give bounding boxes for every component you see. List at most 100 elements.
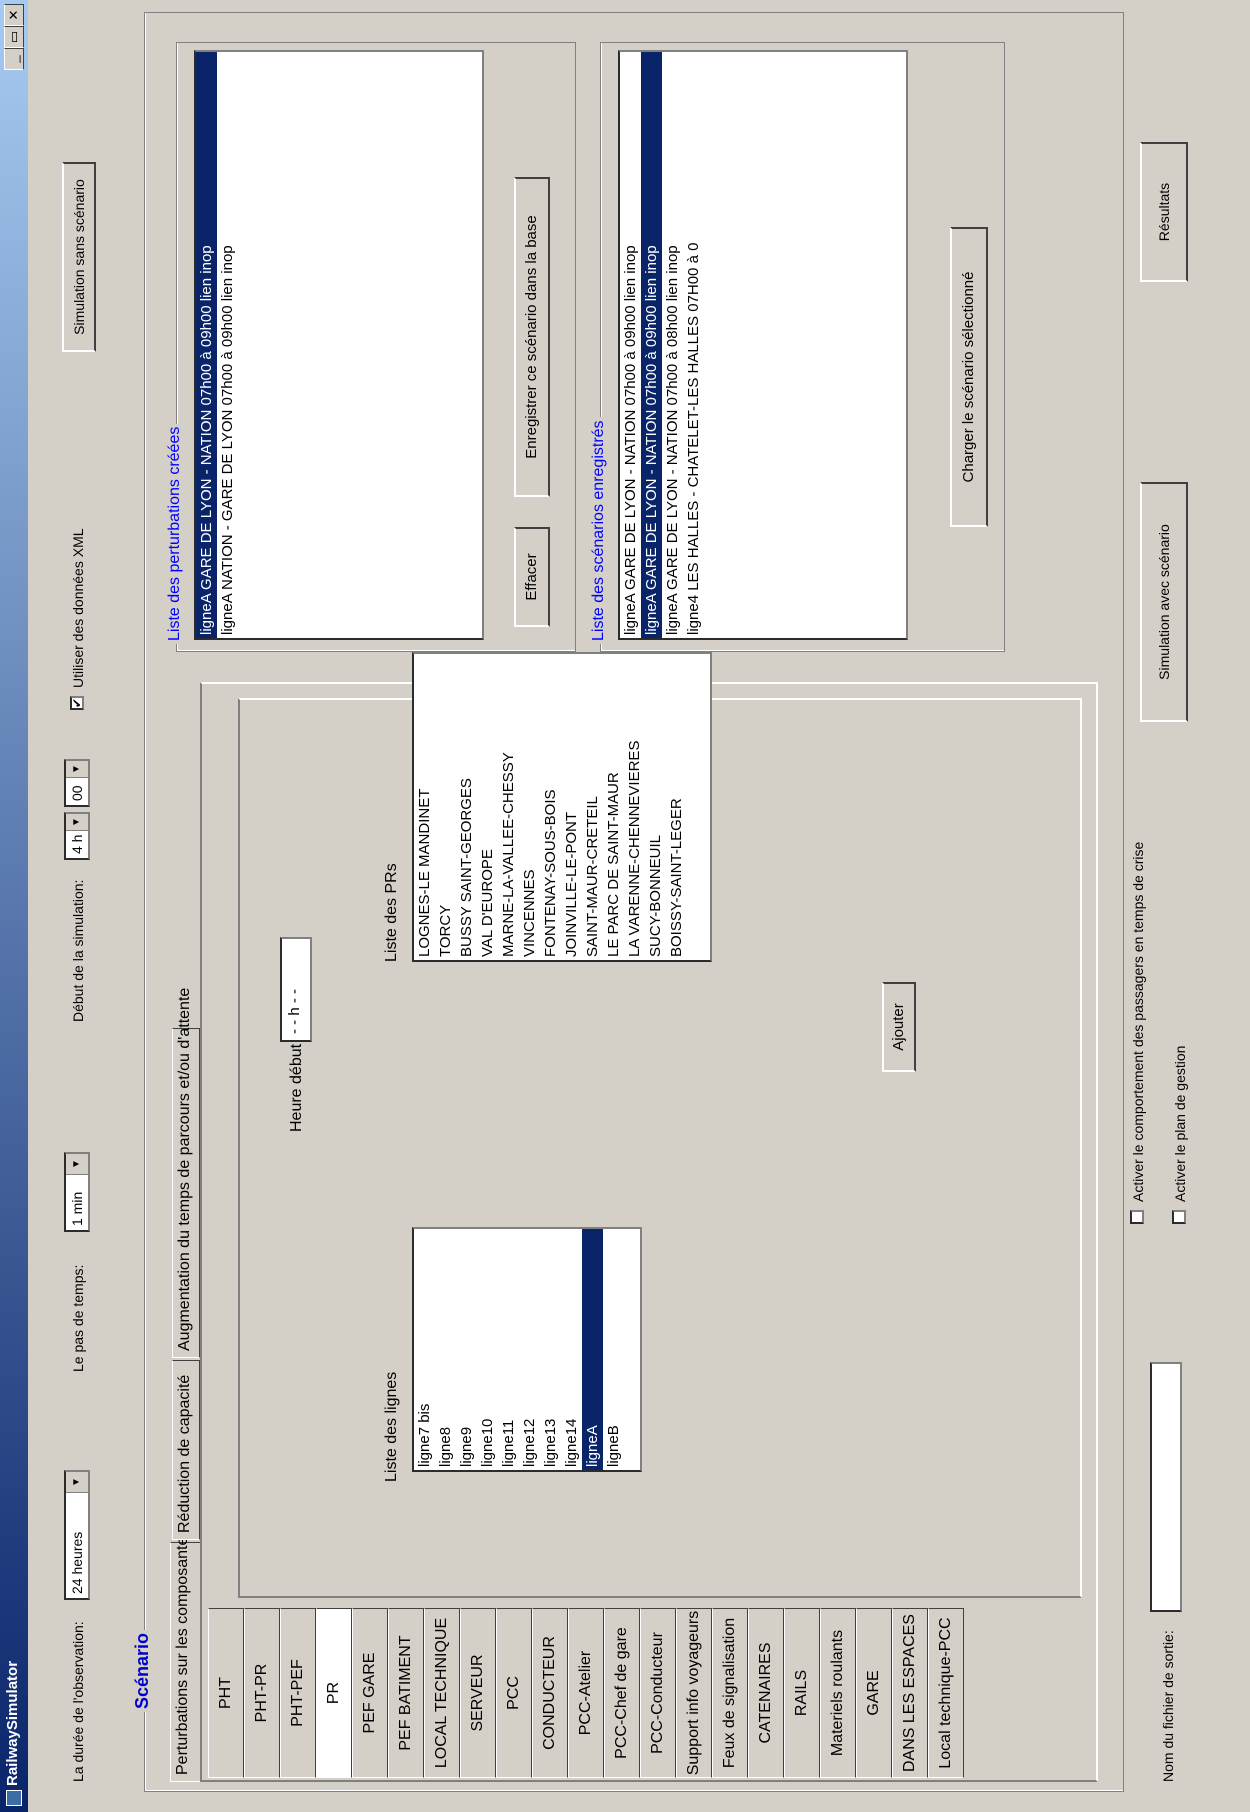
component-tab-conducteur[interactable]: CONDUCTEUR <box>532 1608 568 1778</box>
scenarios-title: Liste des scénarios enregistrés <box>590 417 608 644</box>
maximize-button[interactable]: ▭ <box>4 26 24 48</box>
chevron-down-icon: ▼ <box>66 1154 88 1175</box>
component-tab-local-technique[interactable]: LOCAL TECHNIQUE <box>424 1608 460 1778</box>
component-tab-materiels[interactable]: Materiels roulants <box>820 1608 856 1778</box>
component-tab-pht-pef[interactable]: PHT-PEF <box>280 1608 316 1778</box>
list-item[interactable]: TORCY <box>435 654 456 960</box>
pas-label: Le pas de temps: <box>70 1264 86 1372</box>
charger-button[interactable]: Charger le scénario sélectionné <box>950 227 988 527</box>
list-item[interactable]: ligne7 bis <box>414 1229 435 1470</box>
component-tab-gare[interactable]: GARE <box>856 1608 892 1778</box>
component-tab-pef-batiment[interactable]: PEF BATIMENT <box>388 1608 424 1778</box>
prs-listbox[interactable]: LOGNES-LE MANDINET TORCY BUSSY SAINT-GEO… <box>412 652 712 962</box>
debut-min-value: 00 <box>69 785 85 801</box>
simulation-avec-scenario-button[interactable]: Simulation avec scénario <box>1140 482 1188 722</box>
list-item[interactable]: VAL D'EUROPE <box>477 654 498 960</box>
pas-value: 1 min <box>69 1191 85 1226</box>
list-item-selected[interactable]: ligneA <box>582 1229 603 1470</box>
list-item[interactable]: ligneA NATION - GARE DE LYON 07h00 à 09h… <box>217 52 238 638</box>
debut-label: Début de la simulation: <box>70 879 86 1022</box>
component-tab-serveur[interactable]: SERVEUR <box>460 1608 496 1778</box>
list-item[interactable]: LOGNES-LE MANDINET <box>414 654 435 960</box>
list-item[interactable]: ligne11 <box>498 1229 519 1470</box>
list-item-selected[interactable]: ligneA GARE DE LYON - NATION 07h00 à 09h… <box>196 52 217 638</box>
list-item[interactable]: LE PARC DE SAINT-MAUR <box>603 654 624 960</box>
tab-augmentation[interactable]: Augmentation du temps de parcours et/ou … <box>172 988 200 1358</box>
component-tab-support-info[interactable]: Support info voyageurs <box>676 1608 712 1778</box>
effacer-button[interactable]: Effacer <box>514 527 550 627</box>
resultats-button[interactable]: Résultats <box>1140 142 1188 282</box>
component-tab-pcc[interactable]: PCC <box>496 1608 532 1778</box>
perturbations-listbox[interactable]: ligneA GARE DE LYON - NATION 07h00 à 09h… <box>194 50 484 640</box>
debut-min-select[interactable]: 00 ▼ <box>64 759 90 807</box>
lignes-label: Liste des lignes <box>383 1371 400 1482</box>
component-tabs: PHT PHT-PR PHT-PEF PR PEF GARE PEF BATIM… <box>208 1608 1088 1778</box>
component-tab-pht[interactable]: PHT <box>208 1608 244 1778</box>
duree-label: La durée de l'observation: <box>70 1621 86 1782</box>
duree-select[interactable]: 24 heures ▼ <box>64 1470 90 1600</box>
component-tab-local-technique-pcc[interactable]: Local technique-PCC <box>928 1608 964 1778</box>
crise-label: Activer le comportement des passagers en… <box>1130 841 1146 1202</box>
list-item[interactable]: ligne12 <box>519 1229 540 1470</box>
component-tab-pcc-conducteur[interactable]: PCC-Conducteur <box>640 1608 676 1778</box>
list-item[interactable]: ligneB <box>603 1229 624 1470</box>
list-item[interactable]: SUCY-BONNEUIL <box>645 654 666 960</box>
app-icon <box>6 1790 22 1806</box>
component-tab-pef-gare[interactable]: PEF GARE <box>352 1608 388 1778</box>
component-tab-pcc-chef-de-gare[interactable]: PCC-Chef de gare <box>604 1608 640 1778</box>
fichier-label: Nom du fichier de sortie: <box>1160 1630 1176 1782</box>
list-item[interactable]: ligne4 LES HALLES - CHATELET-LES HALLES … <box>683 52 704 638</box>
list-item[interactable]: BUSSY SAINT-GEORGES <box>456 654 477 960</box>
list-item[interactable]: ligneA GARE DE LYON - NATION 07h00 à 08h… <box>662 52 683 638</box>
list-item[interactable]: JOINVILLE-LE-PONT <box>561 654 582 960</box>
crise-checkbox[interactable] <box>1130 1210 1144 1224</box>
scenario-title: Scénario <box>132 1629 153 1712</box>
chevron-down-icon: ▼ <box>66 1472 88 1493</box>
list-item[interactable]: ligne9 <box>456 1229 477 1470</box>
prs-label: Liste des PRs <box>383 863 400 962</box>
list-item[interactable]: ligne14 <box>561 1229 582 1470</box>
pas-select[interactable]: 1 min ▼ <box>64 1152 90 1232</box>
component-tab-pht-pr[interactable]: PHT-PR <box>244 1608 280 1778</box>
close-button[interactable]: ✕ <box>4 4 24 26</box>
list-item[interactable]: SAINT-MAUR-CRETEIL <box>582 654 603 960</box>
lignes-listbox[interactable]: ligne7 bis ligne8 ligne9 ligne10 ligne11… <box>412 1227 642 1472</box>
scenarios-listbox[interactable]: ligneA GARE DE LYON - NATION 07h00 à 09h… <box>618 50 908 640</box>
tab-reduction[interactable]: Réduction de capacité <box>172 1360 200 1540</box>
list-item[interactable]: MARNE-LA-VALLEE-CHESSY <box>498 654 519 960</box>
window-title: RailwaySimulator <box>4 1660 21 1786</box>
list-item[interactable]: BOISSY-SAINT-LEGER <box>666 654 687 960</box>
chevron-down-icon: ▼ <box>66 761 88 778</box>
app-window: RailwaySimulator _ ▭ ✕ La durée de l'obs… <box>0 0 1250 1812</box>
component-tab-pcc-atelier[interactable]: PCC-Atelier <box>568 1608 604 1778</box>
simulation-sans-scenario-button[interactable]: Simulation sans scénario <box>62 162 96 352</box>
heure-debut-input[interactable]: - - h - - <box>280 937 312 1042</box>
list-item[interactable]: ligne8 <box>435 1229 456 1470</box>
list-item[interactable]: ligne13 <box>540 1229 561 1470</box>
list-item[interactable]: ligne10 <box>477 1229 498 1470</box>
debut-hour-select[interactable]: 4 h ▼ <box>64 812 90 860</box>
title-bar[interactable]: RailwaySimulator _ ▭ ✕ <box>0 0 28 1812</box>
component-tab-dans-les-espaces[interactable]: DANS LES ESPACES <box>892 1608 928 1778</box>
list-item[interactable]: VINCENNES <box>519 654 540 960</box>
list-item-selected[interactable]: ligneA GARE DE LYON - NATION 07h00 à 09h… <box>641 52 662 638</box>
list-item[interactable]: FONTENAY-SOUS-BOIS <box>540 654 561 960</box>
tab-perturbations[interactable]: Perturbations sur les composantes <box>170 1529 200 1782</box>
component-tab-pr[interactable]: PR <box>316 1608 352 1778</box>
component-tab-feux[interactable]: Feux de signalisation <box>712 1608 748 1778</box>
heure-debut-label: Heure début <box>288 1043 305 1132</box>
xml-label: Utiliser des données XML <box>70 528 86 688</box>
chevron-down-icon: ▼ <box>66 814 88 831</box>
fichier-input[interactable] <box>1150 1362 1182 1612</box>
ajouter-button[interactable]: Ajouter <box>882 982 916 1072</box>
gestion-label: Activer le plan de gestion <box>1172 1045 1188 1202</box>
component-tab-catenaires[interactable]: CATENAIRES <box>748 1608 784 1778</box>
component-tab-rails[interactable]: RAILS <box>784 1608 820 1778</box>
list-item[interactable]: LA VARENNE-CHENNEVIERES <box>624 654 645 960</box>
xml-checkbox[interactable]: ✔ <box>70 696 84 710</box>
duree-value: 24 heures <box>69 1531 85 1594</box>
list-item[interactable]: ligneA GARE DE LYON - NATION 07h00 à 09h… <box>620 52 641 638</box>
minimize-button[interactable]: _ <box>4 48 24 70</box>
enregistrer-button[interactable]: Enregistrer ce scénario dans la base <box>514 177 550 497</box>
gestion-checkbox[interactable] <box>1172 1210 1186 1224</box>
